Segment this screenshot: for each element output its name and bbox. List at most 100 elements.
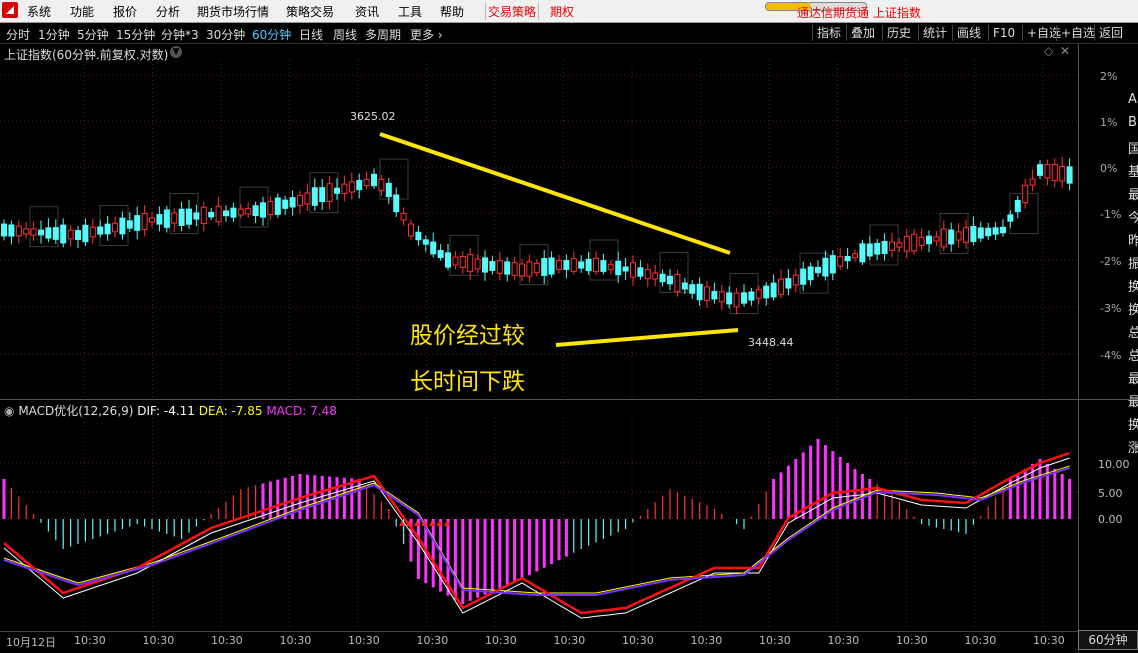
tool-statistics[interactable]: 统计 [918, 25, 951, 41]
side-label: 今 [1128, 211, 1138, 226]
candle-body [681, 282, 688, 290]
pct-tick: -3% [1100, 302, 1122, 315]
candle-body [430, 241, 437, 255]
period-timeshare[interactable]: 分时 [6, 26, 30, 43]
candle-body [911, 233, 918, 252]
pct-tick: 2% [1100, 70, 1118, 83]
candle-body [889, 241, 895, 251]
candle-body [89, 226, 96, 238]
candle-body [208, 211, 215, 218]
menu-quote[interactable]: 报价 [113, 3, 137, 20]
period-daily[interactable]: 日线 [299, 26, 323, 43]
candle-body [193, 212, 200, 220]
high-label: 3625.02 [350, 110, 396, 123]
candle-body [770, 282, 777, 298]
period-1min[interactable]: 1分钟 [38, 26, 70, 43]
candle-body [459, 256, 466, 268]
candle-body [341, 183, 348, 195]
candle-body [482, 257, 488, 273]
candle-body [903, 235, 910, 252]
candle-body [726, 292, 733, 305]
candle-body [630, 262, 636, 278]
candle-body [141, 212, 148, 231]
candle-body [689, 284, 696, 294]
menu-system[interactable]: 系统 [27, 3, 51, 20]
period-5min[interactable]: 5分钟 [77, 26, 109, 43]
annotation-line2: 长时间下跌 [410, 369, 525, 395]
candle-body [815, 266, 821, 274]
side-label: 最 [1128, 395, 1138, 410]
candle-body [977, 227, 984, 239]
candle-body [467, 253, 474, 273]
period-30min[interactable]: 30分钟 [206, 26, 245, 43]
candle-body [696, 283, 703, 301]
tool-history[interactable]: 历史 [882, 25, 915, 41]
menu-tools[interactable]: 工具 [398, 3, 422, 20]
tool-overlay[interactable]: 叠加 [846, 25, 879, 41]
menu-futures-market[interactable]: 期货市场行情 [197, 3, 269, 20]
candle-body [674, 273, 681, 293]
x-axis-label: 10:30 [348, 634, 380, 647]
app-logo-icon[interactable] [2, 2, 18, 18]
candle-body [852, 253, 858, 259]
side-label: 涨 [1128, 441, 1138, 456]
candle-body [822, 257, 829, 277]
menu-help[interactable]: 帮助 [440, 3, 464, 20]
candle-body [955, 231, 962, 241]
macd-chart[interactable] [0, 418, 1080, 630]
menu-analysis[interactable]: 分析 [156, 3, 180, 20]
pane-divider [0, 399, 1138, 400]
candle-body [445, 252, 451, 268]
period-multi[interactable]: 多周期 [365, 26, 401, 43]
menu-function[interactable]: 功能 [70, 3, 94, 20]
x-axis-label: 10:30 [416, 634, 449, 647]
candle-body [970, 225, 977, 243]
candle-body [704, 286, 710, 301]
candle-body [23, 228, 30, 235]
tool-draw-line[interactable]: 画线 [952, 25, 985, 41]
settings-gear-icon[interactable]: ◉ [4, 404, 14, 418]
tool-back[interactable]: 返回 [1094, 25, 1127, 41]
tool-indicator[interactable]: 指标 [812, 25, 845, 41]
candlestick-chart[interactable]: 3625.02 3448.44 [0, 60, 1080, 400]
macd-tick: 0.00 [1098, 513, 1123, 526]
period-15min[interactable]: 15分钟 [116, 26, 155, 43]
macd-name[interactable]: MACD优化(12,26,9) [18, 404, 133, 418]
x-axis-label: 10:30 [896, 634, 928, 647]
candle-body [15, 225, 22, 237]
candle-body [200, 206, 207, 224]
candle-body [104, 223, 111, 235]
annotation-line1: 股价经过较 [410, 323, 525, 349]
chevron-down-icon[interactable]: ▼ [170, 46, 182, 58]
menu-news[interactable]: 资讯 [355, 3, 379, 20]
candle-body [252, 205, 259, 217]
menu-trading-strategy[interactable]: 交易策略 [485, 3, 540, 20]
tool-f10[interactable]: F10 [988, 25, 1019, 41]
period-weekly[interactable]: 周线 [333, 26, 357, 43]
macd-title: ◉ MACD优化(12,26,9) DIF: -4.11 DEA: -7.85 … [4, 402, 337, 419]
candle-body [1014, 199, 1021, 213]
menu-strategy-trading[interactable]: 策略交易 [286, 3, 334, 20]
x-axis-label: 10:30 [827, 634, 860, 647]
menu-options[interactable]: 期权 [550, 3, 574, 20]
tool-add-watchlist[interactable]: +自选 [1056, 25, 1099, 41]
period-more[interactable]: 更多 › [410, 26, 443, 43]
period-min-x3[interactable]: 分钟*3 [161, 26, 199, 43]
period-badge[interactable]: 60分钟 [1078, 630, 1138, 650]
candle-body [82, 224, 89, 243]
diamond-icon[interactable]: ◇ [1044, 44, 1053, 58]
candle-body [215, 205, 222, 223]
macd-tick: 10.00 [1098, 458, 1130, 471]
x-axis-label: 10:30 [690, 634, 723, 647]
candle-body [918, 236, 925, 246]
candle-body [134, 215, 141, 231]
candle-body [992, 227, 999, 235]
candle-body [755, 289, 762, 299]
x-axis-label: 10:30 [74, 634, 106, 647]
close-icon[interactable]: ✕ [1060, 44, 1070, 58]
candle-body [260, 202, 266, 218]
candle-body [637, 267, 644, 277]
candle-body [178, 208, 185, 226]
candle-body [778, 278, 784, 295]
period-60min[interactable]: 60分钟 [252, 26, 291, 43]
